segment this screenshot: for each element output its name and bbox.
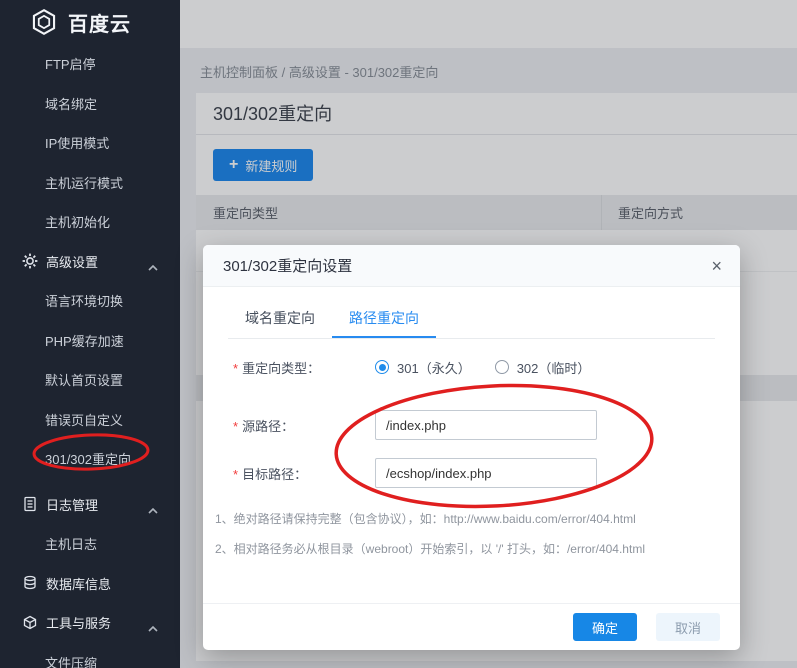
sidebar-nav: FTP启停 域名绑定 IP使用模式 主机运行模式 主机初始化 <box>0 44 180 668</box>
redirect-type-label: *重定向类型： <box>233 358 375 377</box>
sidebar-item-301-302-redirect[interactable]: 301/302重定向 <box>0 439 180 479</box>
sidebar-item-language-env[interactable]: 语言环境切换 <box>0 281 180 321</box>
redirect-settings-dialog: 301/302重定向设置 × 域名重定向 路径重定向 *重定向类型： 301（永… <box>203 245 740 650</box>
sidebar-item-default-index[interactable]: 默认首页设置 <box>0 360 180 400</box>
note-absolute-path: 1、绝对路径请保持完整（包含协议），如：http://www.baidu.com… <box>215 512 740 526</box>
sidebar-item-error-page[interactable]: 错误页自定义 <box>0 400 180 440</box>
form-row-source-path: *源路径： <box>233 410 740 440</box>
required-marker: * <box>233 419 238 434</box>
close-icon[interactable]: × <box>707 245 726 287</box>
form-row-redirect-type: *重定向类型： 301（永久） 302（临时） <box>233 357 740 377</box>
log-icon <box>22 496 38 512</box>
sidebar: 百度云 FTP启停 域名绑定 IP使用模式 主机运行模式 主机初始化 <box>0 0 180 668</box>
dialog-header: 301/302重定向设置 × <box>203 245 740 287</box>
cancel-button[interactable]: 取消 <box>656 613 720 641</box>
target-path-label: *目标路径： <box>233 464 375 483</box>
gear-icon <box>22 253 38 269</box>
sidebar-item-run-mode[interactable]: 主机运行模式 <box>0 163 180 203</box>
dialog-footer: 确定 取消 <box>203 603 740 650</box>
database-icon <box>22 575 38 591</box>
form-row-target-path: *目标路径： <box>233 458 740 488</box>
dialog-title: 301/302重定向设置 <box>223 255 352 276</box>
radio-unselected-icon <box>495 360 509 374</box>
sidebar-item-file-compress[interactable]: 文件压缩 <box>0 643 180 668</box>
confirm-button[interactable]: 确定 <box>573 613 637 641</box>
sidebar-item-php-cache[interactable]: PHP缓存加速 <box>0 321 180 361</box>
app-window: 百度云 FTP启停 域名绑定 IP使用模式 主机运行模式 主机初始化 <box>0 0 797 668</box>
logo: 百度云 <box>0 0 180 44</box>
tab-path-redirect[interactable]: 路径重定向 <box>332 300 436 338</box>
sidebar-item-ftp[interactable]: FTP启停 <box>0 44 180 84</box>
chevron-up-icon[interactable] <box>148 502 158 508</box>
package-box-icon <box>22 615 38 631</box>
sidebar-item-log-management[interactable]: 日志管理 <box>0 485 180 525</box>
redirect-type-radio-group: 301（永久） 302（临时） <box>375 358 614 377</box>
sidebar-item-advanced-settings[interactable]: 高级设置 <box>0 242 180 282</box>
sidebar-item-host-log[interactable]: 主机日志 <box>0 524 180 564</box>
required-marker: * <box>233 467 238 482</box>
radio-selected-icon <box>375 360 389 374</box>
logo-text: 百度云 <box>68 8 131 37</box>
radio-301-permanent[interactable]: 301（永久） <box>375 358 471 377</box>
sidebar-item-domain-binding[interactable]: 域名绑定 <box>0 84 180 124</box>
radio-302-temporary[interactable]: 302（临时） <box>495 358 591 377</box>
note-relative-path: 2、相对路径务必从根目录（webroot）开始索引，以 '/' 打头，如：/er… <box>215 542 740 556</box>
chevron-up-icon[interactable] <box>148 620 158 626</box>
target-path-input[interactable] <box>375 458 597 488</box>
dialog-tabs: 域名重定向 路径重定向 <box>228 300 715 339</box>
sidebar-item-tools-services[interactable]: 工具与服务 <box>0 603 180 643</box>
baidu-cloud-logo-icon <box>30 8 58 36</box>
tab-domain-redirect[interactable]: 域名重定向 <box>228 300 332 338</box>
sidebar-item-ip-mode[interactable]: IP使用模式 <box>0 123 180 163</box>
source-path-input[interactable] <box>375 410 597 440</box>
chevron-up-icon[interactable] <box>148 259 158 265</box>
source-path-label: *源路径： <box>233 416 375 435</box>
required-marker: * <box>233 361 238 376</box>
sidebar-item-host-init[interactable]: 主机初始化 <box>0 202 180 242</box>
dialog-notes: 1、绝对路径请保持完整（包含协议），如：http://www.baidu.com… <box>215 512 740 556</box>
sidebar-item-database-info[interactable]: 数据库信息 <box>0 564 180 604</box>
